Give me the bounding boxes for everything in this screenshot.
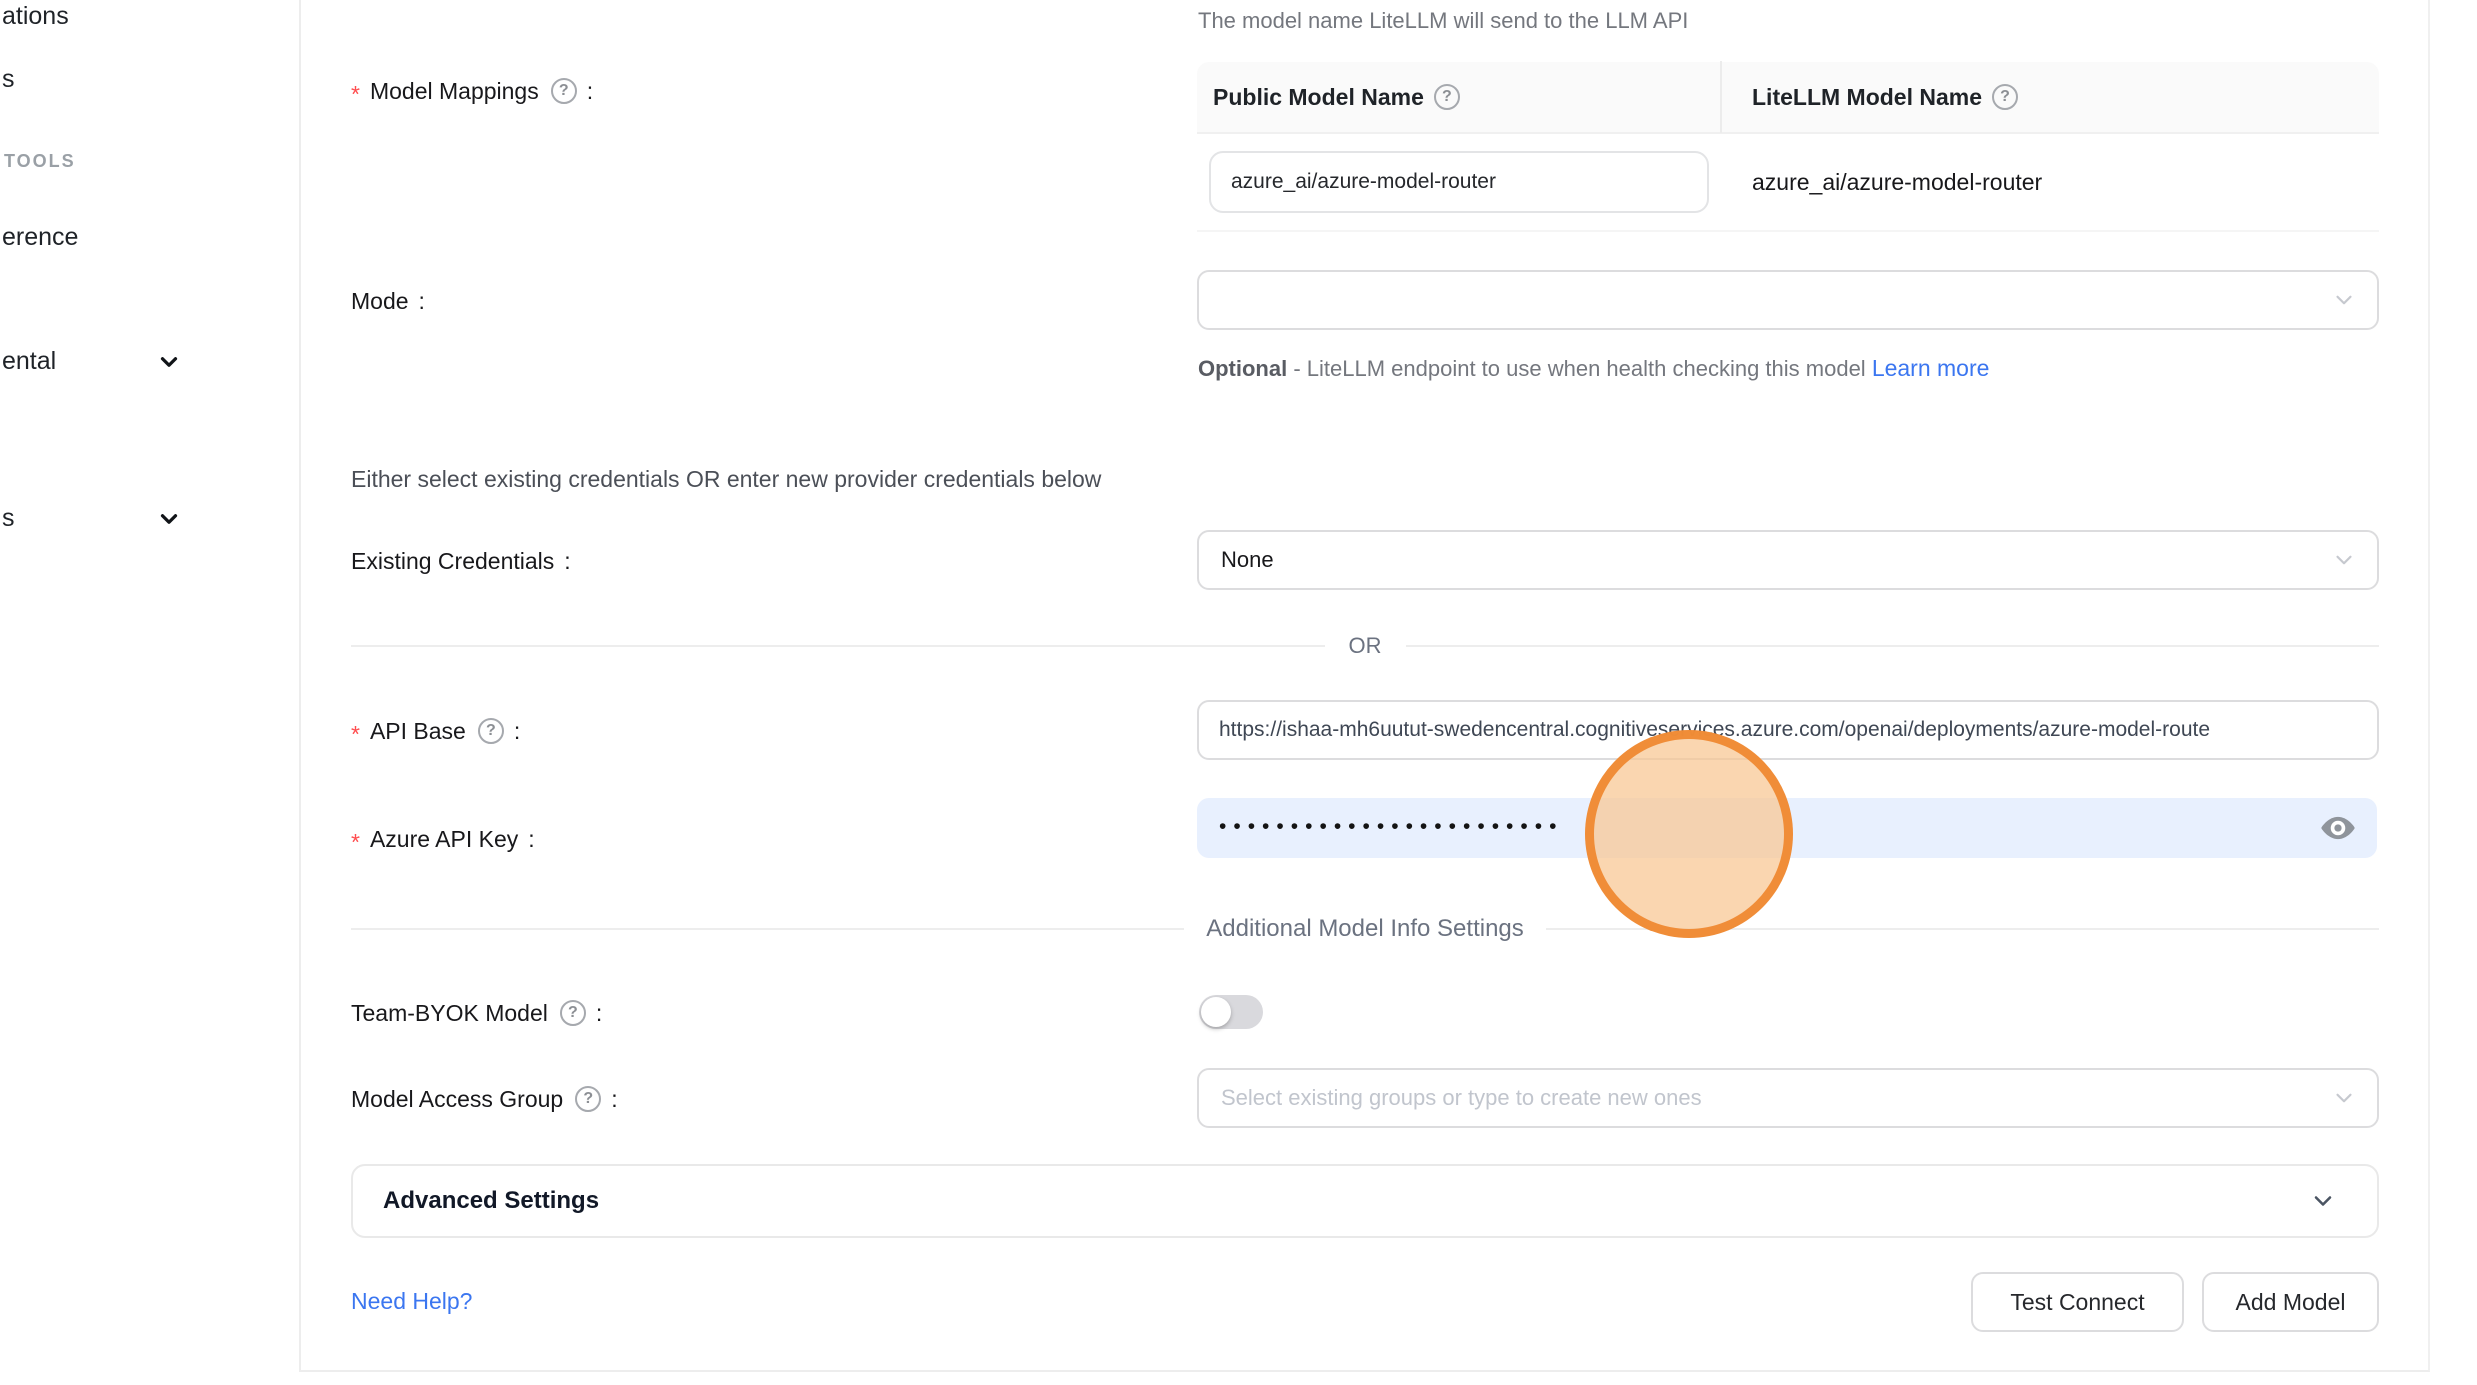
azure-api-key-input[interactable]: •••••••••••••••••••••••• xyxy=(1197,798,2377,858)
masked-password-value: •••••••••••••••••••••••• xyxy=(1219,816,1563,837)
chevron-down-icon xyxy=(2331,547,2357,573)
advanced-settings-label: Advanced Settings xyxy=(383,1187,2309,1215)
api-base-label: * API Base : xyxy=(351,712,520,750)
azure-api-key-label: * Azure API Key : xyxy=(351,820,535,858)
optional-bold: Optional xyxy=(1198,356,1287,381)
test-connect-button[interactable]: Test Connect xyxy=(1971,1272,2184,1332)
model-access-group-placeholder: Select existing groups or type to create… xyxy=(1221,1085,1702,1111)
need-help-link[interactable]: Need Help? xyxy=(351,1288,472,1315)
learn-more-link[interactable]: Learn more xyxy=(1872,355,1990,381)
question-circle-icon[interactable] xyxy=(575,1086,601,1112)
add-model-button[interactable]: Add Model xyxy=(2202,1272,2379,1332)
additional-settings-divider: Additional Model Info Settings xyxy=(351,915,2379,943)
add-model-form: The model name LiteLLM will send to the … xyxy=(299,0,2430,1372)
model-access-group-select[interactable]: Select existing groups or type to create… xyxy=(1197,1068,2379,1128)
required-asterisk: * xyxy=(351,81,360,108)
model-name-helper-text: The model name LiteLLM will send to the … xyxy=(1198,8,1688,34)
team-byok-label: Team-BYOK Model : xyxy=(351,994,602,1032)
chevron-down-icon xyxy=(156,506,182,532)
mode-helper-text: Optional - LiteLLM endpoint to use when … xyxy=(1198,348,2028,389)
table-header-row: Public Model Name LiteLLM Model Name xyxy=(1197,62,2379,134)
existing-credentials-select[interactable]: None xyxy=(1197,530,2379,590)
team-byok-toggle[interactable] xyxy=(1199,995,1263,1029)
chevron-down-icon xyxy=(2331,287,2357,313)
api-base-input[interactable] xyxy=(1197,700,2379,760)
chevron-down-icon xyxy=(2309,1187,2337,1215)
sidebar: ations s TOOLS erence ental s xyxy=(0,0,299,1385)
existing-credentials-label: Existing Credentials : xyxy=(351,542,571,580)
model-access-group-label: Model Access Group : xyxy=(351,1080,618,1118)
public-model-name-input[interactable] xyxy=(1209,151,1709,213)
sidebar-item-organizations[interactable]: ations xyxy=(2,2,69,31)
existing-credentials-value: None xyxy=(1221,547,1274,573)
advanced-settings-header[interactable]: Advanced Settings xyxy=(351,1164,2379,1238)
question-circle-icon[interactable] xyxy=(1992,84,2018,110)
add-model-page: ations s TOOLS erence ental s The model … xyxy=(0,0,2477,1385)
required-asterisk: * xyxy=(351,829,360,856)
sidebar-item-inference[interactable]: erence xyxy=(2,223,78,252)
column-header-public-model-name: Public Model Name xyxy=(1197,84,1720,111)
mode-select[interactable] xyxy=(1197,270,2379,330)
chevron-down-icon xyxy=(2331,1085,2357,1111)
chevron-down-icon xyxy=(156,349,182,375)
required-asterisk: * xyxy=(351,721,360,748)
or-divider: OR xyxy=(351,633,2379,659)
question-circle-icon[interactable] xyxy=(560,1000,586,1026)
sidebar-item-experimental[interactable]: ental xyxy=(2,347,56,376)
table-row: azure_ai/azure-model-router xyxy=(1197,134,2379,232)
sidebar-section-tools: TOOLS xyxy=(4,151,76,172)
column-header-litellm-model-name: LiteLLM Model Name xyxy=(1720,61,2379,133)
sidebar-item-1[interactable]: s xyxy=(2,65,15,94)
toggle-knob xyxy=(1201,997,1231,1027)
question-circle-icon[interactable] xyxy=(1434,84,1460,110)
model-mappings-table: Public Model Name LiteLLM Model Name azu… xyxy=(1197,62,2379,232)
model-mappings-label: * Model Mappings : xyxy=(351,72,593,110)
sidebar-item-5[interactable]: s xyxy=(2,504,15,533)
mode-label: Mode : xyxy=(351,282,425,320)
question-circle-icon[interactable] xyxy=(551,78,577,104)
question-circle-icon[interactable] xyxy=(478,718,504,744)
eye-icon[interactable] xyxy=(2319,809,2357,847)
credentials-note: Either select existing credentials OR en… xyxy=(351,466,1101,493)
litellm-model-name-value: azure_ai/azure-model-router xyxy=(1720,169,2379,196)
